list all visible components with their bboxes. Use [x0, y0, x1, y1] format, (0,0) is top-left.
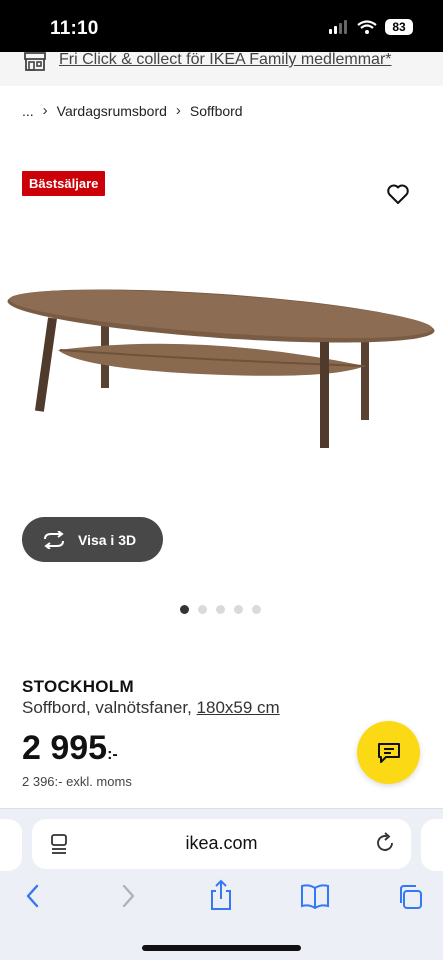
- wifi-icon: [357, 20, 377, 34]
- url-text: ikea.com: [185, 833, 258, 853]
- home-indicator: [142, 945, 301, 951]
- status-icons: 83: [329, 19, 413, 35]
- view-in-3d-button[interactable]: Visa i 3D: [22, 517, 163, 562]
- signal-icon: [329, 20, 347, 34]
- price-excl-vat: 2 396:- exkl. moms: [22, 774, 132, 789]
- gallery-dot[interactable]: [252, 605, 261, 614]
- status-time: 11:10: [50, 18, 99, 39]
- table-leg-back-right: [361, 340, 369, 420]
- heart-icon[interactable]: [386, 183, 410, 205]
- view-in-3d-label: Visa i 3D: [78, 531, 137, 548]
- gallery-dot[interactable]: [216, 605, 225, 614]
- chevron-right-icon: ›: [42, 102, 48, 119]
- chevron-right-icon: ›: [175, 102, 181, 119]
- gallery-dot[interactable]: [234, 605, 243, 614]
- price-value: 2 995: [22, 729, 108, 767]
- breadcrumb: ... › Vardagsrumsbord › Soffbord: [22, 102, 243, 119]
- breadcrumb-ellipsis[interactable]: ...: [22, 103, 34, 119]
- gallery-dot[interactable]: [198, 605, 207, 614]
- bookmarks-icon[interactable]: [300, 883, 330, 909]
- chat-icon: [377, 742, 400, 763]
- store-icon: [24, 52, 46, 71]
- product-description: Soffbord, valnötsfaner, 180x59 cm: [22, 698, 280, 718]
- price-suffix: :-: [107, 746, 118, 763]
- address-bar[interactable]: ikea.com: [32, 819, 411, 869]
- reload-icon[interactable]: [374, 832, 396, 854]
- bestseller-badge: Bästsäljare: [22, 171, 106, 196]
- tabs-icon[interactable]: [396, 883, 424, 911]
- gallery-pagination: [180, 605, 261, 614]
- battery-indicator: 83: [385, 19, 413, 35]
- product-price: 2 995:-: [22, 729, 118, 768]
- promo-link[interactable]: Fri Click & collect för IKEA Family medl…: [59, 51, 392, 69]
- back-icon[interactable]: [24, 883, 42, 909]
- rotate-3d-icon: [44, 530, 64, 549]
- browser-toolbar: [0, 879, 443, 921]
- gallery-dot[interactable]: [180, 605, 189, 614]
- product-description-text: Soffbord, valnötsfaner,: [22, 698, 192, 717]
- forward-icon[interactable]: [119, 883, 137, 909]
- share-icon[interactable]: [208, 879, 234, 911]
- next-tab-preview[interactable]: [421, 819, 443, 871]
- product-size-link[interactable]: 180x59 cm: [197, 698, 280, 717]
- promo-bar[interactable]: Fri Click & collect för IKEA Family medl…: [0, 51, 443, 86]
- chat-button[interactable]: [357, 721, 420, 784]
- product-name: STOCKHOLM: [22, 677, 134, 696]
- browser-chrome: ikea.com: [0, 808, 443, 960]
- status-bar: 11:10 83: [0, 0, 443, 52]
- breadcrumb-item-vardagsrumsbord[interactable]: Vardagsrumsbord: [57, 103, 167, 119]
- previous-tab-preview[interactable]: [0, 819, 22, 871]
- product-image: [7, 289, 435, 448]
- table-leg-front-right: [320, 342, 329, 448]
- breadcrumb-item-soffbord[interactable]: Soffbord: [190, 103, 243, 119]
- table-leg-front-left: [34, 317, 57, 412]
